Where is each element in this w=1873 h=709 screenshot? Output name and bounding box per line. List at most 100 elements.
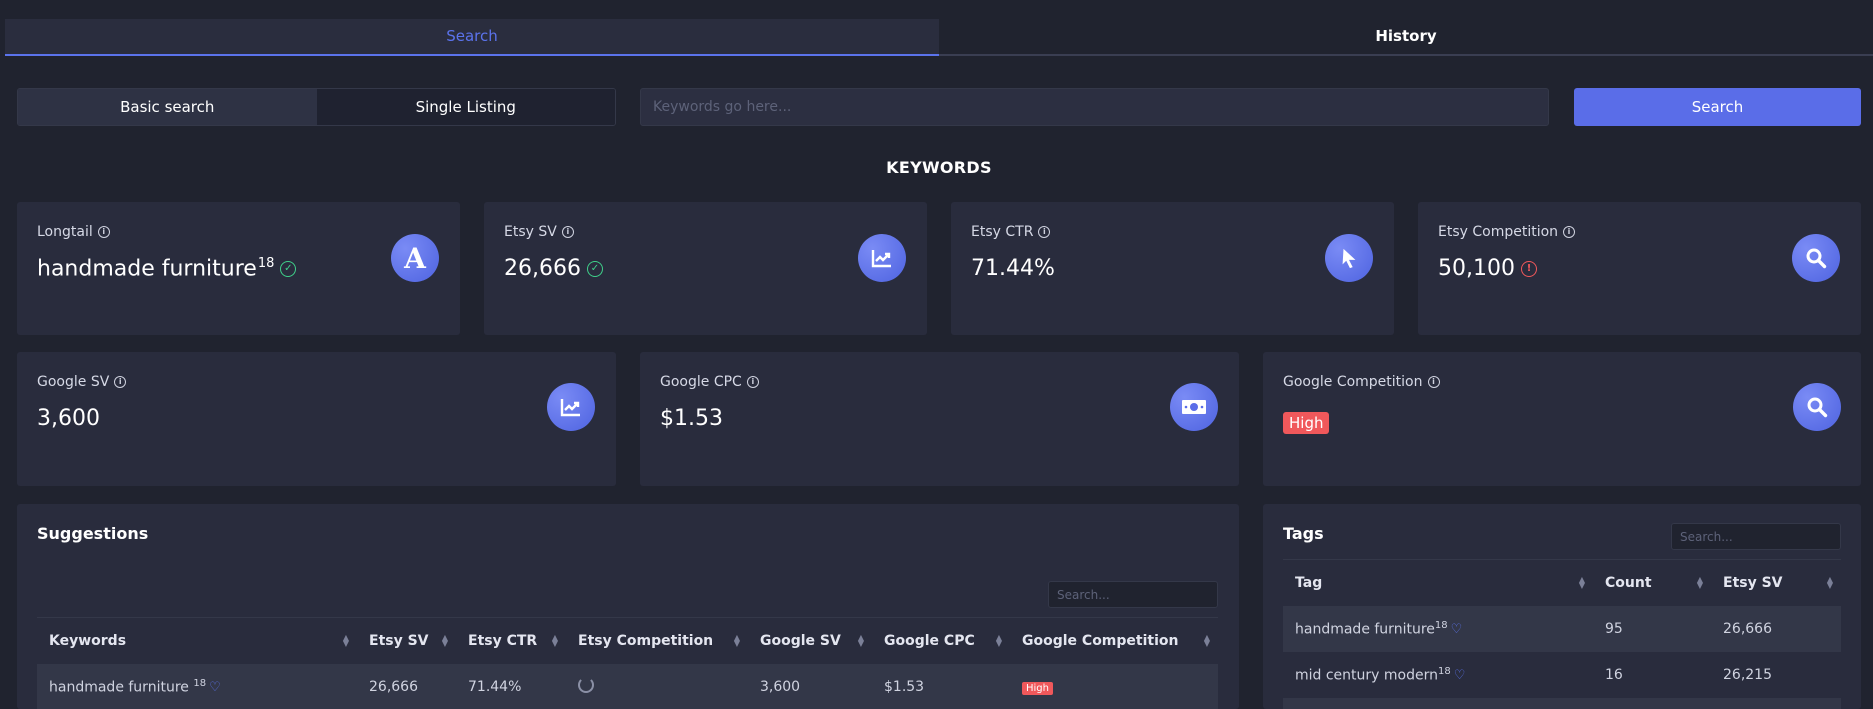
metric-card-google-cpc: Google CPC i $1.53 — [640, 352, 1239, 486]
check-circle-icon: ✓ — [280, 260, 297, 277]
tags-search-input[interactable] — [1671, 523, 1841, 550]
metric-label-text: Etsy SV — [504, 224, 557, 240]
column-header[interactable]: Keywords ▲ ▼ — [37, 617, 357, 664]
metric-value: 3,600 — [37, 406, 100, 431]
table-header-row: Tag ▲ ▼ Count ▲ ▼ Etsy SV ▲ ▼ — [1283, 559, 1841, 606]
table-header-row: Keywords ▲ ▼ Etsy SV ▲ ▼ Etsy CTR ▲ ▼ Etsy Com… — [37, 617, 1218, 664]
sort-icon: ▲ ▼ — [551, 633, 558, 648]
metric-card-google-competition: Google Competition i High — [1263, 352, 1861, 486]
basic-search-button[interactable]: Basic search — [18, 89, 317, 125]
info-icon[interactable]: i — [561, 226, 574, 238]
suggestions-panel: Suggestions Keywords▲▼ Etsy SV▲▼ Etsy CT… — [17, 504, 1239, 709]
keyword-cell: handmade furniture 18 ♡ — [37, 663, 357, 709]
metric-label-text: Google SV — [37, 374, 110, 390]
letter-a-icon: A — [391, 234, 439, 282]
etsy-competition-cell — [566, 663, 748, 709]
sort-icon: ▲ ▼ — [1578, 575, 1585, 590]
info-icon[interactable]: i — [97, 226, 110, 238]
metric-label-text: Etsy CTR — [971, 224, 1034, 240]
column-header[interactable]: Etsy CTR ▲ ▼ — [456, 617, 566, 664]
metric-value-text: handmade furniture — [37, 256, 257, 282]
table-row[interactable]: mid century modern18 ♡ 16 26,215 — [1283, 652, 1841, 698]
keywords-input[interactable] — [640, 88, 1549, 126]
sort-icon: ▲ ▼ — [733, 633, 740, 648]
competition-badge: High — [1022, 681, 1053, 695]
etsy-sv-cell: 26,666 — [357, 663, 456, 709]
metric-value-text: 26,666 — [504, 256, 581, 281]
etsy-sv-cell: 26,666 — [1711, 605, 1841, 652]
table-row[interactable] — [1283, 697, 1841, 709]
metric-label: Etsy CTR i — [971, 224, 1051, 240]
heart-icon[interactable]: ♡ — [1454, 668, 1466, 683]
metric-card-etsy-sv: Etsy SV i 26,666 ✓ — [484, 202, 927, 335]
cursor-icon — [1325, 234, 1373, 282]
column-header[interactable]: Google SV ▲ ▼ — [748, 617, 872, 664]
sort-icon: ▲ ▼ — [857, 633, 864, 648]
tags-table: Tag ▲ ▼ Count ▲ ▼ Etsy SV ▲ ▼ handmade furnitu… — [1283, 559, 1841, 709]
metric-label: Google CPC i — [660, 374, 759, 390]
sort-icon: ▲ ▼ — [342, 633, 349, 648]
sort-icon: ▲ ▼ — [441, 633, 448, 648]
search-icon — [1792, 234, 1840, 282]
panel-title: Suggestions — [37, 524, 149, 543]
metric-card-etsy-competition: Etsy Competition i 50,100 ! — [1418, 202, 1861, 335]
metric-value: 50,100 ! — [1438, 256, 1537, 281]
heart-icon[interactable]: ♡ — [209, 680, 221, 695]
metric-label: Google Competition i — [1283, 374, 1440, 390]
column-header[interactable]: Etsy SV ▲ ▼ — [1711, 559, 1841, 606]
info-icon[interactable]: i — [1038, 226, 1051, 238]
tags-panel: Tags Tag▲▼ Count▲▼ Etsy SV▲▼ handmade fu… — [1263, 504, 1861, 709]
etsy-sv-cell: 26,215 — [1723, 666, 1772, 683]
loading-spinner-icon — [578, 676, 594, 693]
sort-icon: ▲ ▼ — [1826, 575, 1833, 590]
tab-search[interactable]: Search — [5, 19, 939, 56]
column-header[interactable]: Tag ▲ ▼ — [1283, 559, 1593, 606]
metric-value-text: 71.44% — [971, 256, 1055, 281]
table-row[interactable]: handmade furniture18 ♡ 95 26,666 — [1283, 605, 1841, 652]
table-row[interactable]: handmade furniture 18 ♡ 26,666 71.44% 3,6… — [37, 663, 1218, 709]
check-circle-icon: ✓ — [586, 260, 603, 277]
suggestions-search-input[interactable] — [1048, 581, 1218, 608]
sort-icon: ▲ ▼ — [995, 633, 1002, 648]
metric-value-sup: 18 — [257, 256, 275, 271]
competition-badge: High — [1283, 412, 1330, 434]
sort-icon: ▲ ▼ — [1696, 575, 1703, 590]
info-icon[interactable]: i — [114, 376, 127, 388]
metric-value-text: 50,100 — [1438, 256, 1515, 281]
metric-label-text: Google CPC — [660, 374, 742, 390]
column-header[interactable]: Google Competition ▲ ▼ — [1010, 617, 1218, 664]
column-header[interactable]: Google CPC ▲ ▼ — [872, 617, 1010, 664]
column-header[interactable]: Etsy SV ▲ ▼ — [357, 617, 456, 664]
heart-icon[interactable]: ♡ — [1451, 622, 1463, 637]
count-cell: 95 — [1593, 605, 1711, 652]
tab-history[interactable]: History — [939, 19, 1873, 56]
money-icon — [1170, 383, 1218, 431]
metric-value: handmade furniture18 ✓ — [37, 256, 297, 282]
search-button[interactable]: Search — [1574, 88, 1861, 126]
metric-value: $1.53 — [660, 406, 723, 431]
info-icon[interactable]: i — [746, 376, 759, 388]
single-listing-button[interactable]: Single Listing — [316, 89, 615, 125]
metric-label: Google SV i — [37, 374, 127, 390]
count-cell: 16 — [1605, 666, 1623, 683]
metric-value: 26,666 ✓ — [504, 256, 603, 281]
metric-label-text: Etsy Competition — [1438, 224, 1559, 240]
chart-up-icon — [858, 234, 906, 282]
metric-value-text: $1.53 — [660, 406, 723, 431]
metric-value-text: 3,600 — [37, 406, 100, 431]
info-icon[interactable]: i — [1427, 376, 1440, 388]
info-icon[interactable]: i — [1563, 226, 1576, 238]
search-icon — [1793, 383, 1841, 431]
metric-label-text: Google Competition — [1283, 374, 1423, 390]
metric-label: Etsy Competition i — [1438, 224, 1576, 240]
panel-title: Tags — [1283, 524, 1324, 543]
metric-card-longtail: Longtail i handmade furniture18 ✓ A — [17, 202, 460, 335]
search-mode-toggle: Basic search Single Listing — [17, 88, 616, 126]
alert-circle-icon: ! — [1520, 260, 1537, 277]
google-sv-cell: 3,600 — [748, 663, 872, 709]
main-tabs: Search History — [5, 19, 1873, 56]
metric-label: Longtail i — [37, 224, 110, 240]
column-header[interactable]: Count ▲ ▼ — [1593, 559, 1711, 606]
column-header[interactable]: Etsy Competition ▲ ▼ — [566, 617, 748, 664]
tag-cell: handmade furniture18 ♡ — [1283, 605, 1593, 652]
